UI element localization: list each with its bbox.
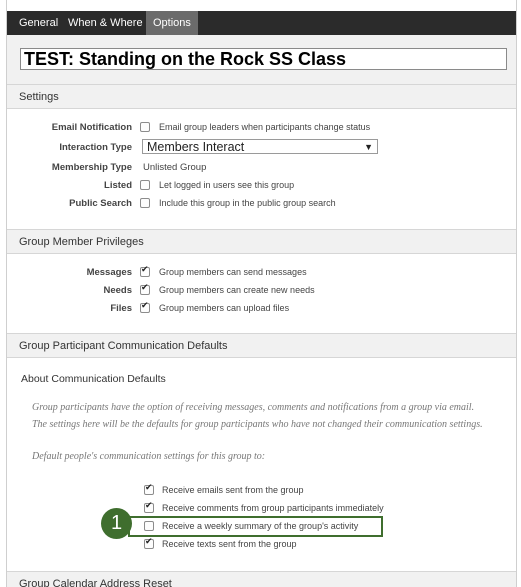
privilege-row: Needs Group members can create new needs	[7, 283, 516, 302]
receive-texts-text: Receive texts sent from the group	[162, 539, 297, 549]
privilege-row: Files Group members can upload files	[7, 301, 516, 320]
privilege-row: Messages Group members can send messages	[7, 265, 516, 284]
messages-checkbox[interactable]	[140, 265, 150, 277]
membership-type-row: Membership Type Unlisted Group	[7, 161, 516, 179]
listed-row: Listed Let logged in users see this grou…	[7, 179, 516, 197]
listed-checkbox[interactable]	[140, 180, 150, 190]
files-label: Files	[110, 303, 132, 314]
receive-comments-text: Receive comments from group participants…	[162, 503, 384, 513]
receive-emails-text: Receive emails sent from the group	[162, 485, 304, 495]
listed-text: Let logged in users see this group	[159, 180, 295, 190]
communication-subheader: About Communication Defaults	[21, 373, 166, 385]
tab-general[interactable]: General	[12, 11, 65, 35]
public-search-label: Public Search	[69, 198, 132, 209]
communication-header: Group Participant Communication Defaults	[7, 333, 516, 358]
public-search-text: Include this group in the public group s…	[159, 198, 336, 208]
tab-when-where[interactable]: When & Where	[61, 11, 150, 35]
needs-label: Needs	[103, 285, 132, 296]
calendar-reset-header: Group Calendar Address Reset	[7, 571, 516, 587]
interaction-type-label: Interaction Type	[59, 142, 132, 153]
membership-type-label: Membership Type	[51, 162, 132, 173]
callout-number-badge: 1	[101, 508, 132, 539]
email-notification-text: Email group leaders when participants ch…	[159, 122, 371, 132]
interaction-type-value: Members Interact	[147, 140, 245, 154]
settings-header: Settings	[7, 84, 516, 109]
needs-checkbox[interactable]	[140, 283, 150, 295]
receive-texts-checkbox[interactable]	[144, 537, 154, 549]
privileges-header: Group Member Privileges	[7, 229, 516, 254]
interaction-type-select[interactable]: Members Interact ▼	[142, 139, 378, 154]
messages-label: Messages	[86, 267, 132, 278]
listed-label: Listed	[104, 180, 132, 191]
group-editor: General When & Where Options Settings Em…	[6, 0, 517, 587]
receive-comments-checkbox[interactable]	[144, 501, 154, 513]
comm-option-row: Receive texts sent from the group	[7, 537, 516, 557]
comm-option-row: Receive emails sent from the group	[7, 483, 516, 503]
title-area	[7, 35, 516, 85]
receive-emails-checkbox[interactable]	[144, 483, 154, 495]
needs-text: Group members can create new needs	[159, 285, 315, 295]
email-notification-checkbox[interactable]	[140, 122, 150, 132]
callout-highlight-box	[128, 516, 383, 537]
communication-description-line1: Group participants have the option of re…	[32, 402, 475, 413]
communication-description-line2: The settings here will be the defaults f…	[32, 419, 483, 430]
dropdown-arrow-icon: ▼	[364, 142, 373, 152]
public-search-checkbox[interactable]	[140, 198, 150, 208]
membership-type-value: Unlisted Group	[143, 162, 207, 173]
tab-bar: General When & Where Options	[7, 11, 516, 35]
public-search-row: Public Search Include this group in the …	[7, 197, 516, 215]
files-checkbox[interactable]	[140, 301, 150, 313]
communication-description-line3: Default people's communication settings …	[32, 451, 266, 462]
interaction-type-row: Interaction Type Members Interact ▼	[7, 139, 516, 159]
group-name-input[interactable]	[20, 48, 507, 70]
email-notification-label: Email Notification	[51, 122, 132, 133]
tab-options[interactable]: Options	[146, 11, 198, 35]
messages-text: Group members can send messages	[159, 267, 307, 277]
files-text: Group members can upload files	[159, 303, 290, 313]
email-notification-row: Email Notification Email group leaders w…	[7, 121, 516, 139]
